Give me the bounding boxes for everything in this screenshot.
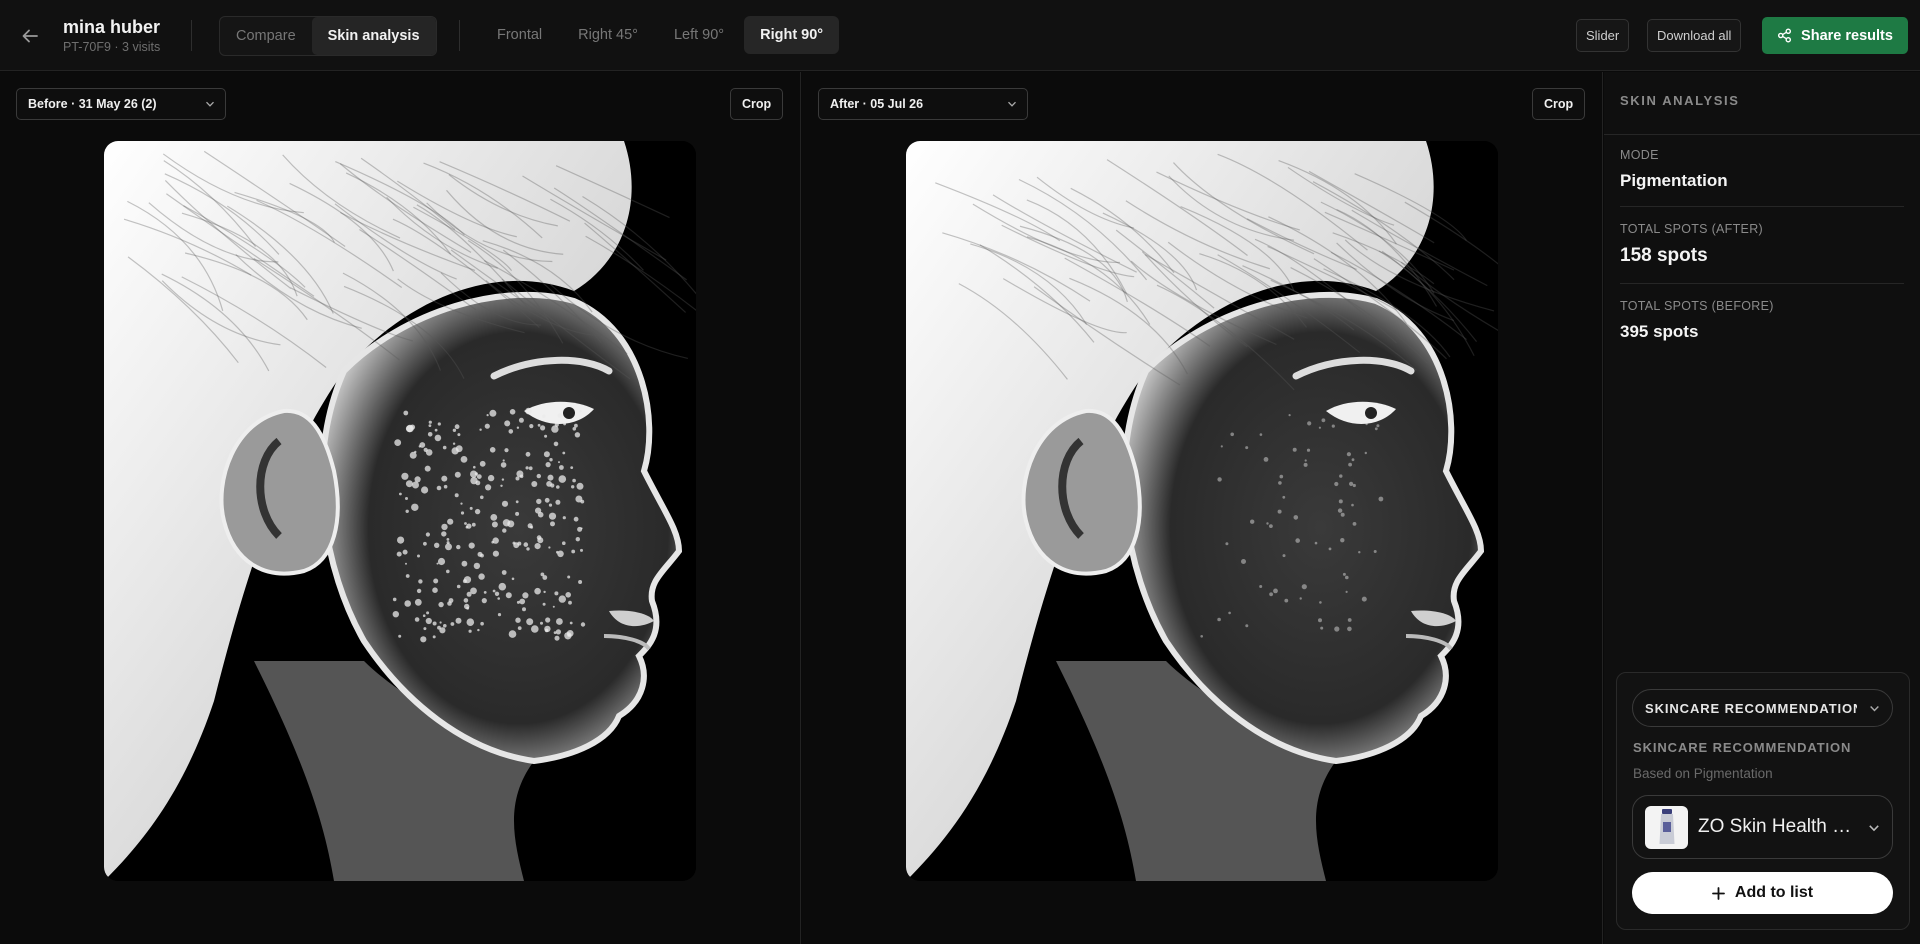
recommendation-heading: SKINCARE RECOMMENDATION <box>1633 740 1852 755</box>
after-spots-label: TOTAL SPOTS (AFTER) <box>1620 222 1763 236</box>
angle-tab-right-45[interactable]: Right 45° <box>562 16 654 54</box>
after-date-label: After · 05 Jul 26 <box>830 97 924 111</box>
sidebar-title: SKIN ANALYSIS <box>1620 93 1740 108</box>
add-to-list-button[interactable]: Add to list <box>1632 872 1893 914</box>
recommendation-type-select[interactable]: SKINCARE RECOMMENDATION <box>1632 689 1893 727</box>
before-panel: Before · 31 May 26 (2) Crop <box>0 72 801 944</box>
arrow-left-icon <box>22 29 38 43</box>
recommendation-select-label: SKINCARE RECOMMENDATION <box>1645 700 1857 716</box>
product-name: ZO Skin Health Pigment Control Creme <box>1698 816 1856 837</box>
after-panel: After · 05 Jul 26 Crop <box>802 72 1603 944</box>
chevron-down-icon <box>1870 706 1879 712</box>
product-thumbnail <box>1645 805 1688 849</box>
share-icon <box>1778 28 1792 43</box>
patient-meta: PT-70F9 · 3 visits <box>63 40 161 54</box>
slider-button[interactable]: Slider <box>1576 19 1630 52</box>
chevron-down-icon <box>206 101 214 107</box>
back-button[interactable] <box>18 24 42 48</box>
before-spots-label: TOTAL SPOTS (BEFORE) <box>1620 299 1774 313</box>
skin-analysis-tab[interactable]: Skin analysis <box>311 17 436 55</box>
compare-tab[interactable]: Compare <box>220 17 312 55</box>
divider <box>459 20 460 51</box>
before-date-select[interactable]: Before · 31 May 26 (2) <box>16 88 226 120</box>
before-crop-button[interactable]: Crop <box>730 88 784 120</box>
face-illustration <box>906 141 1498 881</box>
chevron-down-icon <box>1869 825 1879 832</box>
mode-value: Pigmentation <box>1620 171 1728 190</box>
before-date-label: Before · 31 May 26 (2) <box>28 97 157 111</box>
divider <box>1620 283 1904 284</box>
before-face-image <box>104 141 696 881</box>
divider <box>191 20 192 51</box>
angle-tabs: Frontal Right 45° Left 90° Right 90° <box>481 16 840 56</box>
mode-stat: MODE Pigmentation <box>1620 148 1904 191</box>
before-spots-value: 395 spots <box>1620 322 1699 341</box>
patient-name: mina huber <box>63 17 161 37</box>
after-face-image <box>906 141 1498 881</box>
after-spots-value: 158 spots <box>1620 245 1708 266</box>
before-spots-stat: TOTAL SPOTS (BEFORE) 395 spots <box>1620 299 1904 342</box>
divider <box>1620 206 1904 207</box>
top-bar: mina huber PT-70F9 · 3 visits Compare Sk… <box>0 0 1920 71</box>
after-date-select[interactable]: After · 05 Jul 26 <box>818 88 1028 120</box>
recommendation-subtext: Based on Pigmentation <box>1633 766 1773 781</box>
face-illustration <box>104 141 696 881</box>
divider <box>1604 134 1920 135</box>
share-results-label: Share results <box>1801 27 1893 44</box>
product-tube-icon <box>1659 809 1674 844</box>
view-mode-toggle: Compare Skin analysis <box>219 16 437 56</box>
product-select[interactable]: ZO Skin Health Pigment Control Creme <box>1632 795 1893 859</box>
mode-label: MODE <box>1620 148 1659 162</box>
angle-tab-left-90[interactable]: Left 90° <box>658 16 740 54</box>
add-to-list-label: Add to list <box>1734 884 1814 901</box>
after-crop-button[interactable]: Crop <box>1532 88 1586 120</box>
download-all-button[interactable]: Download all <box>1647 19 1742 52</box>
angle-tab-frontal[interactable]: Frontal <box>481 16 558 54</box>
patient-info: mina huber PT-70F9 · 3 visits <box>63 16 160 54</box>
angle-tab-right-90[interactable]: Right 90° <box>744 16 840 54</box>
skincare-recommendation-card: SKINCARE RECOMMENDATION SKINCARE RECOMME… <box>1616 672 1910 930</box>
plus-icon <box>1711 886 1725 900</box>
chevron-down-icon <box>1008 101 1016 107</box>
after-spots-stat: TOTAL SPOTS (AFTER) 158 spots <box>1620 222 1904 267</box>
share-results-button[interactable]: Share results <box>1762 17 1908 54</box>
